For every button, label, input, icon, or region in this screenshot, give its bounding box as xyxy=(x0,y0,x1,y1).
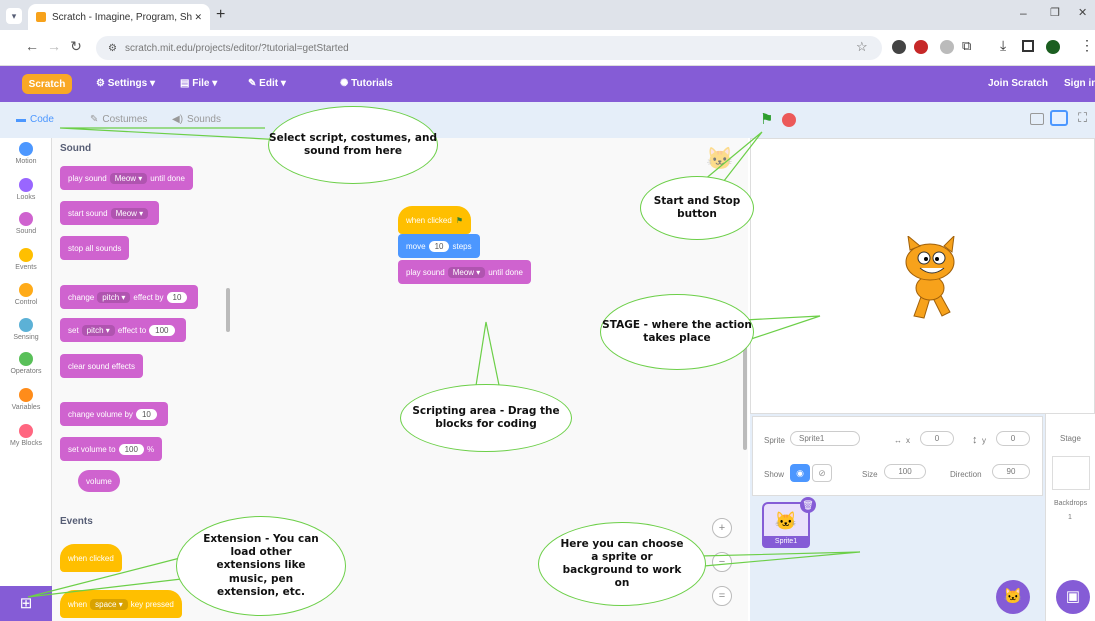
callout-extension: Extension - You can load other extension… xyxy=(176,516,346,616)
callout-sprite-pointer xyxy=(699,551,861,567)
callout-extension-pointer xyxy=(27,557,191,598)
callout-sprite: Here you can choose a sprite or backgrou… xyxy=(538,522,706,606)
callout-pointers xyxy=(27,127,861,598)
callout-stage: STAGE - where the action takes place xyxy=(600,294,754,370)
callout-scripting-pointer xyxy=(474,321,501,393)
callout-select: Select script, costumes, and sound from … xyxy=(268,106,438,184)
callout-select-pointer xyxy=(59,127,286,141)
callout-start-stop: Start and Stop button xyxy=(640,176,754,240)
callout-scripting: Scripting area - Drag the blocks for cod… xyxy=(400,384,572,452)
callout-stage-pointer xyxy=(743,315,821,341)
